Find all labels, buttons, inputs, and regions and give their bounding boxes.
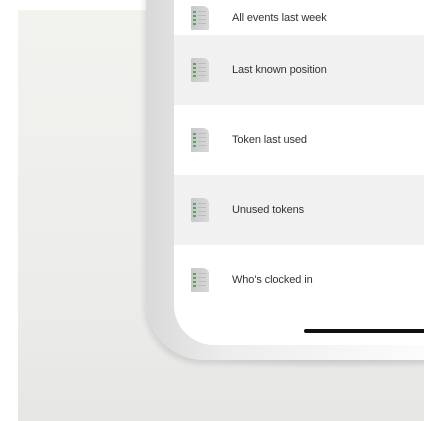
document-list-icon — [191, 198, 209, 222]
list-item-label: Token last used — [232, 134, 307, 146]
home-indicator[interactable] — [304, 329, 424, 333]
list-item-unused-tokens[interactable]: Unused tokens — [174, 175, 424, 245]
list-item-label: Who's clocked in — [232, 274, 313, 286]
document-list-icon — [191, 128, 209, 152]
document-list-icon — [191, 58, 209, 82]
list-item-last-known-position[interactable]: Last known position — [174, 35, 424, 105]
phone-screen: All events last week Last known position… — [174, 0, 424, 345]
list-item-whos-clocked-in[interactable]: Who's clocked in — [174, 245, 424, 315]
list-item-token-last-used[interactable]: Token last used — [174, 105, 424, 175]
list-item-label: Unused tokens — [232, 204, 305, 216]
document-list-icon — [191, 268, 209, 292]
list-item-all-events-last-week[interactable]: All events last week — [174, 0, 424, 35]
list-item-label: All events last week — [232, 11, 327, 24]
list-item-label: Last known position — [232, 64, 327, 76]
document-list-icon — [191, 5, 209, 30]
product-mockup-scene: All events last week Last known position… — [0, 0, 424, 421]
report-list: All events last week Last known position… — [174, 0, 424, 315]
